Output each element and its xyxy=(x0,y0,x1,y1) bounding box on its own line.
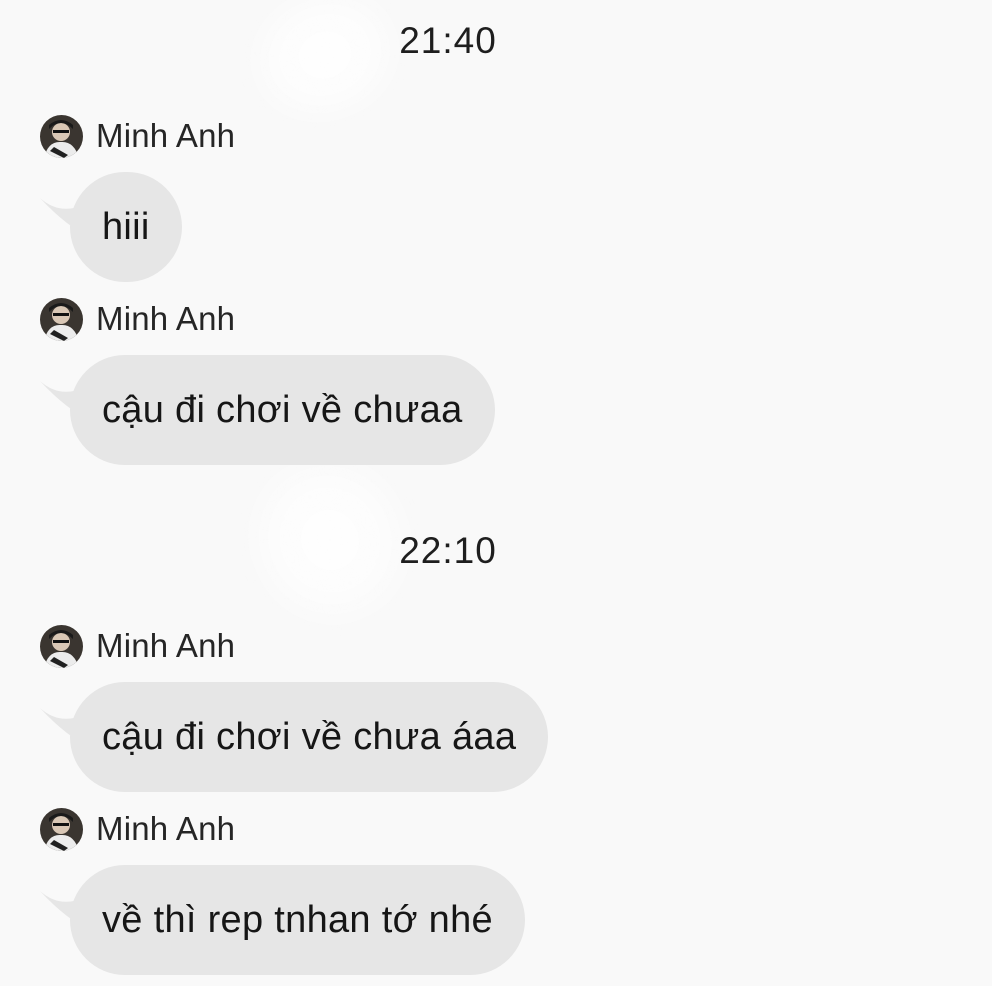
chat-thread: 21:40 Minh Anh hiii Minh Anh cậu đi chơi… xyxy=(0,0,992,986)
timestamp: 22:10 xyxy=(399,530,497,571)
message-text: cậu đi chơi về chưa áaa xyxy=(70,682,549,792)
sender-name: Minh Anh xyxy=(96,300,236,337)
message-text: cậu đi chơi về chưaa xyxy=(70,355,495,465)
avatar[interactable] xyxy=(40,297,83,341)
message-text: về thì rep tnhan tớ nhé xyxy=(70,865,525,975)
avatar[interactable] xyxy=(40,624,83,668)
sender-row: Minh Anh xyxy=(40,114,235,158)
sender-name: Minh Anh xyxy=(96,810,236,847)
avatar[interactable] xyxy=(40,114,83,158)
timestamp: 21:40 xyxy=(399,20,497,61)
message-text: hiii xyxy=(70,172,182,282)
sender-row: Minh Anh xyxy=(40,297,235,341)
sender-row: Minh Anh xyxy=(40,807,235,851)
sender-name: Minh Anh xyxy=(96,117,236,154)
sender-name: Minh Anh xyxy=(96,627,236,664)
avatar[interactable] xyxy=(40,807,83,851)
sender-row: Minh Anh xyxy=(40,624,235,668)
